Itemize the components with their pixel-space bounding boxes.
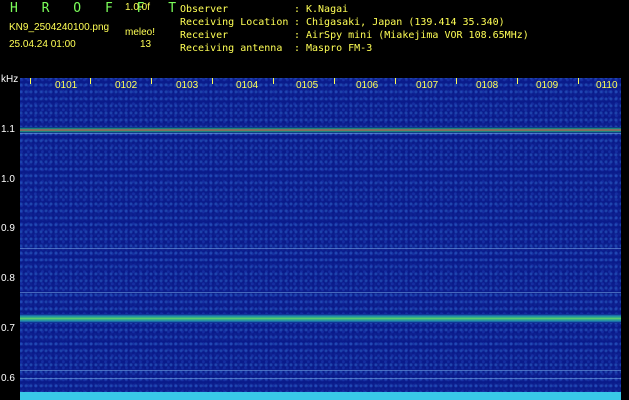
x-tick-label: 0102 — [115, 80, 138, 91]
camera-label: meleo! — [125, 27, 156, 38]
y-axis-unit: kHz — [1, 74, 19, 85]
intensity-strip — [20, 392, 621, 400]
x-tick-mark — [517, 78, 518, 84]
x-tick-label: 0103 — [176, 80, 199, 91]
header-panel: H R O F F T 1.0.0f KN9_2504240100.png me… — [0, 0, 629, 74]
x-tick-label: 0101 — [55, 80, 78, 91]
x-tick-label: 0104 — [236, 80, 259, 91]
station-info: Observer: K.Nagai Receiving Location: Chig… — [180, 3, 529, 55]
x-tick-mark — [30, 78, 31, 84]
x-tick-label: 0108 — [476, 80, 499, 91]
x-tick-label: 0106 — [356, 80, 379, 91]
x-tick-label: 0107 — [416, 80, 439, 91]
x-tick-mark — [456, 78, 457, 84]
faint-line — [20, 378, 621, 379]
image-filename: KN9_2504240100.png — [9, 22, 110, 33]
faint-line — [20, 370, 621, 371]
info-row-antenna: Receiving antenna: Maspro FM-3 — [180, 43, 373, 54]
info-row-location: Receiving Location: Chigasaki, Japan (139… — [180, 17, 505, 28]
x-tick-mark — [90, 78, 91, 84]
x-tick-mark — [578, 78, 579, 84]
faint-line — [20, 292, 621, 293]
x-tick-label: 0110 — [596, 80, 618, 91]
count-label: 13 — [140, 39, 152, 50]
y-tick-label: 1.1 — [1, 124, 15, 135]
y-tick-label: 1.0 — [1, 174, 15, 185]
info-row-receiver: Receiver: AirSpy mini (Miakejima VOR 108.… — [180, 30, 529, 41]
datetime-label: 25.04.24 01:00 — [9, 39, 76, 50]
x-tick-label: 0105 — [296, 80, 319, 91]
faint-line — [20, 133, 621, 134]
app-version: 1.0.0f — [125, 2, 151, 13]
info-row-observer: Observer: K.Nagai — [180, 4, 349, 15]
spectrogram-plot — [20, 78, 621, 392]
signal-band-lower — [20, 314, 621, 323]
faint-line — [20, 248, 621, 249]
y-tick-label: 0.7 — [1, 323, 15, 334]
x-tick-mark — [334, 78, 335, 84]
x-tick-mark — [151, 78, 152, 84]
app-title: H R O F F T — [10, 1, 185, 16]
y-tick-label: 0.8 — [1, 273, 15, 284]
x-tick-label: 0109 — [536, 80, 559, 91]
y-tick-label: 0.6 — [1, 373, 15, 384]
y-tick-label: 0.9 — [1, 223, 15, 234]
x-tick-mark — [395, 78, 396, 84]
x-tick-mark — [273, 78, 274, 84]
x-tick-mark — [212, 78, 213, 84]
